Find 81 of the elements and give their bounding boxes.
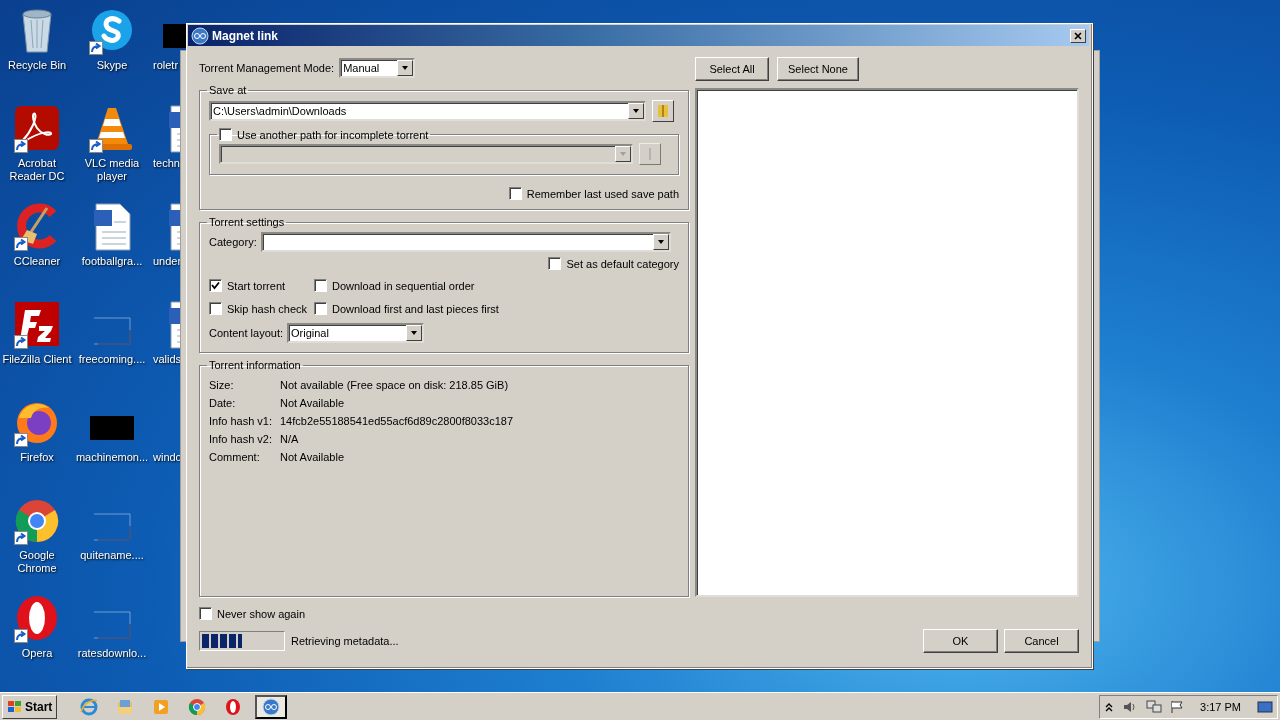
- desktop-icon-label[interactable]: Google Chrome: [0, 549, 74, 575]
- dialog-button[interactable]: Cancel: [1004, 629, 1079, 653]
- internet-explorer-icon: [80, 697, 99, 716]
- checkbox[interactable]: [548, 257, 562, 270]
- info-label: Info hash v2:: [209, 433, 273, 445]
- layout-dropdown[interactable]: Original: [287, 323, 424, 343]
- desktop-icon-label[interactable]: techn: [153, 157, 180, 170]
- group-title: Save at: [208, 84, 248, 96]
- field-label: Content layout:: [209, 327, 283, 339]
- media-player-icon: [152, 697, 171, 716]
- thumbnail-icon: [90, 416, 134, 440]
- info-value: 14fcb2e55188541ed55acf6d89c2800f8033c187: [280, 415, 515, 427]
- checkbox[interactable]: [199, 607, 212, 620]
- group-title: Torrent information: [208, 359, 302, 371]
- select-button[interactable]: Select All: [695, 57, 769, 81]
- window-title: Magnet link: [212, 28, 279, 43]
- qbittorrent-icon: [191, 26, 209, 45]
- checkbox[interactable]: [314, 279, 327, 292]
- browse-button[interactable]: [652, 100, 674, 122]
- folder-icon: [116, 697, 135, 716]
- checkbox-label: Use another path for incomplete torrent: [237, 128, 429, 141]
- desktop-icon-label[interactable]: VLC media player: [75, 157, 149, 183]
- checkbox-label: Never show again: [217, 607, 306, 620]
- desktop-icon-label[interactable]: Skype: [96, 59, 128, 72]
- path-combobox[interactable]: C:\Users\admin\Downloads: [209, 101, 646, 121]
- checkbox-label: Set as default category: [566, 257, 679, 270]
- checkbox[interactable]: [508, 187, 522, 200]
- windows-logo-icon: [7, 699, 23, 714]
- field-label: Torrent Management Mode:: [199, 62, 335, 74]
- desktop-icon-label[interactable]: Recycle Bin: [7, 59, 67, 72]
- network-icon[interactable]: [1146, 699, 1163, 714]
- info-label: Size:: [209, 379, 235, 391]
- desktop-icon-label[interactable]: freecoming....: [78, 353, 146, 366]
- field-label: Category:: [209, 236, 257, 248]
- checkbox-label: Skip hash check: [227, 302, 308, 315]
- path-combobox[interactable]: [219, 144, 633, 164]
- taskbar-app-button[interactable]: [255, 694, 288, 719]
- thumbnail-icon: [163, 24, 187, 48]
- info-label: Comment:: [209, 451, 261, 463]
- desktop-icon-label[interactable]: Opera: [21, 647, 53, 660]
- desktop-icon-label[interactable]: FileZilla Client: [2, 353, 72, 366]
- desktop-icon-label[interactable]: machinemon...: [75, 451, 149, 464]
- info-value: Not Available: [280, 451, 345, 463]
- desktop-icon-label[interactable]: Acrobat Reader DC: [0, 157, 74, 183]
- opera-icon: [224, 697, 243, 716]
- close-button[interactable]: [1070, 28, 1086, 43]
- info-label: Info hash v1:: [209, 415, 273, 427]
- checkbox-label: Download in sequential order: [332, 279, 475, 292]
- checkbox-label: Remember last used save path: [526, 187, 679, 200]
- dialog-button[interactable]: OK: [923, 629, 998, 653]
- desktop-icon-label[interactable]: quitename....: [80, 549, 144, 562]
- desktop-icon-label[interactable]: under: [153, 255, 182, 268]
- desktop-icon-label[interactable]: CCleaner: [13, 255, 61, 268]
- start-button[interactable]: Start: [2, 694, 58, 719]
- close-icon: [1074, 31, 1082, 40]
- desktop-icon-label[interactable]: valids: [153, 353, 182, 366]
- flag-icon[interactable]: [1170, 699, 1185, 714]
- checkbox[interactable]: [219, 128, 232, 141]
- qbittorrent-icon: [262, 697, 281, 716]
- info-label: Date:: [209, 397, 237, 409]
- info-value: N/A: [280, 433, 300, 445]
- desktop-icon-label[interactable]: roletr: [153, 59, 179, 72]
- info-value: Not Available: [280, 397, 345, 409]
- checkbox[interactable]: [209, 279, 222, 292]
- group-title: Torrent settings: [208, 216, 286, 228]
- checkbox[interactable]: [314, 302, 327, 315]
- status-text: Retrieving metadata...: [291, 635, 399, 647]
- desktop-icon-label[interactable]: ratesdownlo...: [77, 647, 147, 660]
- select-button[interactable]: Select None: [777, 57, 859, 81]
- show-desktop-icon[interactable]: [1257, 699, 1273, 714]
- checkbox-label: Download first and last pieces first: [332, 302, 499, 315]
- info-value: Not available (Free space on disk: 218.85 GiB): [280, 379, 510, 391]
- chrome-icon: [188, 697, 207, 716]
- desktop-icon-label[interactable]: Firefox: [20, 451, 54, 464]
- desktop-icon-label[interactable]: footballgra...: [81, 255, 143, 268]
- checkbox[interactable]: [209, 302, 222, 315]
- folder-icon: [657, 104, 669, 118]
- checkbox-label: Start torrent: [227, 279, 286, 292]
- clock[interactable]: 3:17 PM: [1200, 700, 1241, 713]
- mode-dropdown[interactable]: Manual: [339, 58, 416, 78]
- category-combobox[interactable]: [260, 232, 671, 252]
